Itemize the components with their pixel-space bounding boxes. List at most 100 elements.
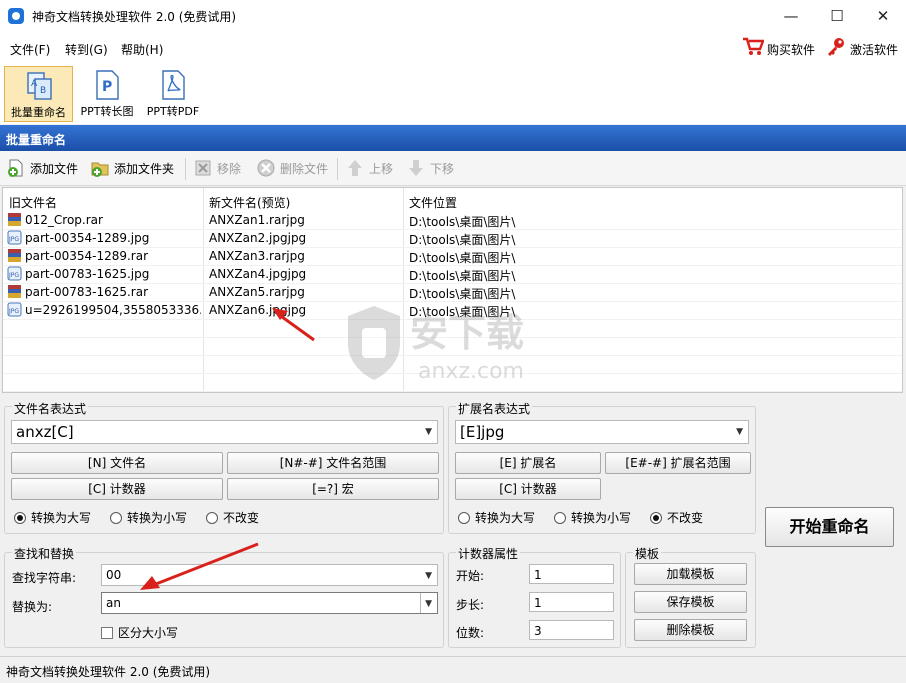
ext-case-none-radio[interactable]: 不改变 <box>650 509 703 526</box>
row-gridline <box>3 283 902 284</box>
extension-expression-value: [E]jpg <box>460 423 505 441</box>
tool-ppt-to-image[interactable]: P PPT转长图 <box>76 66 138 122</box>
add-file-button[interactable]: 添加文件 <box>6 158 78 178</box>
delete-file-button[interactable]: 删除文件 <box>256 158 328 178</box>
find-string-label: 查找字符串: <box>12 571 77 585</box>
case-sensitive-checkbox[interactable]: 区分大小写 <box>101 624 178 641</box>
column-header-new-name[interactable]: 新文件名(预览) <box>209 194 290 211</box>
column-header-old-name[interactable]: 旧文件名 <box>9 194 57 211</box>
cart-icon[interactable] <box>742 37 764 57</box>
insert-extension-button[interactable]: [E] 扩展名 <box>455 452 601 474</box>
toolbar-divider <box>337 158 338 180</box>
rename-icon: A B <box>26 72 52 100</box>
move-up-button[interactable]: 上移 <box>345 158 393 178</box>
arrow-down-icon <box>409 160 423 176</box>
replace-with-label: 替换为: <box>12 600 53 614</box>
watermark-logo: 安下载 anxz.com <box>348 306 524 384</box>
row-gridline <box>3 229 902 230</box>
row-gridline <box>3 391 902 392</box>
annotation-arrow <box>140 542 259 590</box>
tool-ppt-to-pdf[interactable]: PPT转PDF <box>142 66 204 122</box>
chevron-down-icon[interactable]: ▼ <box>425 571 432 581</box>
old-name-cell: 012_Crop.rar <box>25 213 103 227</box>
save-template-button[interactable]: 保存模板 <box>634 591 747 613</box>
menu-file[interactable]: 文件(F) <box>10 41 50 58</box>
status-bar: 神奇文档转换处理软件 2.0 (免费试用) <box>0 656 906 683</box>
replace-with-combo[interactable]: an ▼ <box>101 592 438 614</box>
jpg-file-icon: JPG <box>7 266 22 281</box>
insert-ext-counter-button[interactable]: [C] 计数器 <box>455 478 601 500</box>
table-row[interactable]: JPG part-00354-1289.jpg ANXZan2.jpgjpg D:\t… <box>3 229 902 247</box>
old-name-cell: part-00354-1289.rar <box>25 249 149 263</box>
ext-case-upper-label: 转换为大写 <box>475 511 536 525</box>
rar-file-icon <box>8 213 21 226</box>
extension-expression-label: 扩展名表达式 <box>456 400 533 417</box>
menu-help[interactable]: 帮助(H) <box>121 41 163 58</box>
chevron-down-icon[interactable]: ▼ <box>425 599 432 609</box>
start-rename-button[interactable]: 开始重命名 <box>765 507 894 547</box>
replace-with-value: an <box>106 596 121 610</box>
counter-step-input[interactable]: 1 <box>529 592 614 612</box>
move-down-button[interactable]: 下移 <box>406 158 454 178</box>
annotation-arrow <box>272 308 315 342</box>
close-button[interactable]: ✕ <box>860 0 906 32</box>
insert-filename-range-button[interactable]: [N#-#] 文件名范围 <box>227 452 439 474</box>
watermark-text: 安下载 <box>410 311 524 355</box>
arrow-up-icon <box>348 160 362 176</box>
filename-case-lower-label: 转换为小写 <box>127 511 188 525</box>
ext-case-upper-radio[interactable]: 转换为大写 <box>458 509 535 526</box>
table-row[interactable]: part-00354-1289.rar ANXZan3.rarjpg D:\tool… <box>3 247 902 265</box>
new-name-cell: ANXZan1.rarjpg <box>209 213 305 227</box>
tool-batch-rename[interactable]: A B 批量重命名 <box>4 66 73 122</box>
counter-start-label: 开始: <box>456 569 485 583</box>
add-folder-label: 添加文件夹 <box>114 161 175 176</box>
activate-software-link[interactable]: 激活软件 <box>850 41 898 58</box>
add-file-icon <box>8 159 23 177</box>
counter-digits-input[interactable]: 3 <box>529 620 614 640</box>
insert-macro-button[interactable]: [=?] 宏 <box>227 478 439 500</box>
chevron-down-icon[interactable]: ▼ <box>736 427 743 437</box>
svg-text:JPG: JPG <box>8 236 19 243</box>
window-title: 神奇文档转换处理软件 2.0 (免费试用) <box>32 10 237 24</box>
filename-case-lower-radio[interactable]: 转换为小写 <box>110 509 187 526</box>
ext-case-lower-radio[interactable]: 转换为小写 <box>554 509 631 526</box>
rar-file-icon <box>8 249 21 262</box>
svg-text:JPG: JPG <box>8 272 19 279</box>
delete-file-icon <box>257 159 275 177</box>
table-row[interactable]: 012_Crop.rar ANXZan1.rarjpg D:\tools\桌面\图片… <box>3 211 902 229</box>
case-sensitive-label: 区分大小写 <box>118 626 179 640</box>
rar-file-icon <box>8 285 21 298</box>
filename-expression-combo[interactable]: anxz[C] ▼ <box>11 420 438 444</box>
ppt-icon: P <box>96 70 119 100</box>
insert-extension-range-button[interactable]: [E#-#] 扩展名范围 <box>605 452 751 474</box>
minimize-button[interactable]: — <box>768 0 814 32</box>
filename-case-none-radio[interactable]: 不改变 <box>206 509 259 526</box>
chevron-down-icon[interactable]: ▼ <box>425 427 432 437</box>
buy-software-link[interactable]: 购买软件 <box>767 41 815 58</box>
table-row[interactable]: JPG part-00783-1625.jpg ANXZan4.jpgjpg D:\t… <box>3 265 902 283</box>
jpg-file-icon: JPG <box>7 230 22 245</box>
remove-label: 移除 <box>217 161 242 176</box>
new-name-cell: ANXZan4.jpgjpg <box>209 267 307 281</box>
key-icon[interactable] <box>826 37 846 57</box>
radio-dot <box>14 511 26 524</box>
load-template-button[interactable]: 加载模板 <box>634 563 747 585</box>
counter-digits-label: 位数: <box>456 626 485 640</box>
remove-button[interactable]: 移除 <box>193 158 241 178</box>
row-gridline <box>3 265 902 266</box>
column-header-location[interactable]: 文件位置 <box>409 194 457 211</box>
extension-expression-combo[interactable]: [E]jpg ▼ <box>455 420 749 444</box>
filename-case-upper-radio[interactable]: 转换为大写 <box>14 509 91 526</box>
delete-template-button[interactable]: 删除模板 <box>634 619 747 641</box>
insert-counter-button[interactable]: [C] 计数器 <box>11 478 223 500</box>
insert-filename-button[interactable]: [N] 文件名 <box>11 452 223 474</box>
menu-goto[interactable]: 转到(G) <box>65 41 108 58</box>
remove-icon <box>195 160 211 176</box>
radio-dot <box>110 511 122 524</box>
svg-text:B: B <box>40 86 46 96</box>
add-folder-icon <box>91 162 109 177</box>
maximize-button[interactable]: ☐ <box>814 0 860 32</box>
add-folder-button[interactable]: 添加文件夹 <box>90 158 174 178</box>
counter-start-input[interactable]: 1 <box>529 564 614 584</box>
new-name-cell: ANXZan3.rarjpg <box>209 249 305 263</box>
